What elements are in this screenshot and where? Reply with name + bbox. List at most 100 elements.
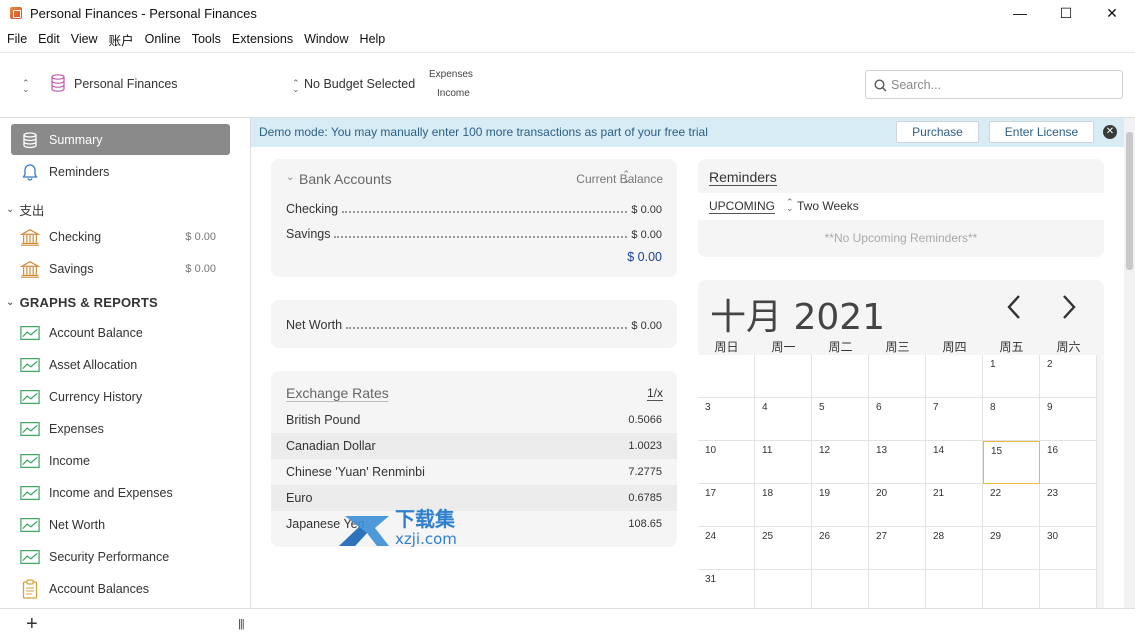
account-name[interactable]: Personal Finances bbox=[74, 77, 178, 91]
maximize-button[interactable]: ☐ bbox=[1043, 0, 1089, 26]
sidebar-item-savings[interactable]: Savings $ 0.00 bbox=[11, 253, 230, 284]
calendar-day[interactable]: 15 bbox=[983, 441, 1040, 484]
scrollbar-thumb[interactable] bbox=[1126, 132, 1133, 270]
bank-account-row[interactable]: Checking $ 0.00 bbox=[286, 202, 662, 218]
sidebar-item-report[interactable]: Account Balances bbox=[11, 573, 230, 604]
chart-icon bbox=[20, 355, 40, 375]
calendar-day[interactable]: 29 bbox=[983, 527, 1040, 570]
bank-account-row[interactable]: Savings $ 0.00 bbox=[286, 227, 662, 243]
calendar-day[interactable]: 12 bbox=[812, 441, 869, 484]
net-worth-row[interactable]: Net Worth $ 0.00 bbox=[286, 318, 662, 334]
purchase-button[interactable]: Purchase bbox=[896, 121, 979, 143]
minimize-button[interactable]: — bbox=[997, 0, 1043, 26]
graphs-section-header[interactable]: ⌄ GRAPHS & REPORTS bbox=[6, 295, 158, 310]
calendar-day[interactable]: 8 bbox=[983, 398, 1040, 441]
sidebar-item-summary[interactable]: Summary bbox=[11, 124, 230, 155]
calendar-day[interactable]: 21 bbox=[926, 484, 983, 527]
expenses-label: Expenses bbox=[429, 69, 473, 80]
weekday-label: 周五 bbox=[999, 340, 1024, 354]
calendar-day[interactable]: 9 bbox=[1040, 398, 1097, 441]
expenses-section-header[interactable]: ⌄ 支出 bbox=[6, 200, 44, 219]
menu-window[interactable]: Window bbox=[299, 32, 353, 46]
calendar-day[interactable]: 19 bbox=[812, 484, 869, 527]
calendar-day[interactable]: 31 bbox=[698, 570, 755, 608]
exchange-rate-row[interactable]: Chinese 'Yuan' Renminbi 7.2775 bbox=[271, 459, 677, 485]
main-scrollbar[interactable] bbox=[1124, 118, 1135, 608]
upcoming-tab[interactable]: UPCOMING bbox=[709, 199, 775, 214]
reminders-title[interactable]: Reminders bbox=[709, 169, 777, 186]
demo-banner: Demo mode: You may manually enter 100 mo… bbox=[251, 118, 1124, 147]
sidebar-item-report[interactable]: Security Performance bbox=[11, 541, 230, 572]
calendar-day[interactable]: 11 bbox=[755, 441, 812, 484]
menu-extensions[interactable]: Extensions bbox=[227, 32, 298, 46]
sidebar-item-report[interactable]: Currency History bbox=[11, 381, 230, 412]
calendar-day[interactable]: 6 bbox=[869, 398, 926, 441]
currency-name: British Pound bbox=[286, 413, 361, 427]
calendar-day[interactable]: 3 bbox=[698, 398, 755, 441]
search-box[interactable] bbox=[865, 70, 1123, 99]
menu-view[interactable]: View bbox=[66, 32, 103, 46]
calendar-day[interactable]: 25 bbox=[755, 527, 812, 570]
menu-tools[interactable]: Tools bbox=[187, 32, 226, 46]
calendar-day[interactable]: 4 bbox=[755, 398, 812, 441]
calendar-day-number: 6 bbox=[876, 402, 882, 413]
calendar-day[interactable]: 7 bbox=[926, 398, 983, 441]
menu-file[interactable]: File bbox=[2, 32, 32, 46]
budget-selector[interactable]: No Budget Selected bbox=[304, 77, 415, 91]
calendar-next-button[interactable] bbox=[1061, 294, 1077, 328]
period-selector[interactable]: Two Weeks bbox=[797, 199, 859, 213]
sidebar-item-report[interactable]: Account Balance bbox=[11, 317, 230, 348]
bell-icon bbox=[20, 162, 40, 182]
calendar-day[interactable]: 22 bbox=[983, 484, 1040, 527]
calendar-empty-day bbox=[755, 570, 812, 608]
account-switch-icon[interactable]: ⌃ ⌄ bbox=[22, 79, 30, 94]
menu-edit[interactable]: Edit bbox=[33, 32, 65, 46]
calendar-day[interactable]: 27 bbox=[869, 527, 926, 570]
current-balance-label[interactable]: Current Balance bbox=[576, 172, 663, 186]
calendar-day[interactable]: 17 bbox=[698, 484, 755, 527]
sidebar-item-report[interactable]: Income bbox=[11, 445, 230, 476]
column-toggle-icon[interactable]: ||| bbox=[238, 618, 245, 630]
bank-icon bbox=[20, 259, 40, 279]
menu-account[interactable]: 账户 bbox=[104, 30, 139, 49]
calendar-day[interactable]: 18 bbox=[755, 484, 812, 527]
calendar-day-number: 2 bbox=[1047, 359, 1053, 370]
sidebar-item-label: Income and Expenses bbox=[49, 485, 173, 500]
sidebar-item-report[interactable]: Expenses bbox=[11, 413, 230, 444]
menu-online[interactable]: Online bbox=[140, 32, 186, 46]
calendar-day[interactable]: 28 bbox=[926, 527, 983, 570]
menu-help[interactable]: Help bbox=[355, 32, 391, 46]
enter-license-button[interactable]: Enter License bbox=[989, 121, 1094, 143]
calendar-day[interactable]: 5 bbox=[812, 398, 869, 441]
budget-switch-icon[interactable]: ⌃ ⌄ bbox=[292, 79, 300, 94]
exchange-rate-row[interactable]: Canadian Dollar 1.0023 bbox=[271, 433, 677, 459]
calendar-day[interactable]: 20 bbox=[869, 484, 926, 527]
calendar-day[interactable]: 10 bbox=[698, 441, 755, 484]
chevron-down-icon[interactable]: ⌄ bbox=[286, 172, 294, 183]
calendar-prev-button[interactable] bbox=[1006, 294, 1022, 328]
exchange-rates-title[interactable]: Exchange Rates bbox=[286, 385, 389, 401]
sidebar-item-report[interactable]: Asset Allocation bbox=[11, 349, 230, 380]
sidebar-item-report[interactable]: Net Worth bbox=[11, 509, 230, 540]
sidebar-item-report[interactable]: Income and Expenses bbox=[11, 477, 230, 508]
period-switch-icon[interactable]: ⌃ ⌄ bbox=[786, 198, 794, 213]
search-input[interactable] bbox=[891, 76, 1111, 94]
calendar-day[interactable]: 1 bbox=[983, 355, 1040, 398]
calendar-day[interactable]: 26 bbox=[812, 527, 869, 570]
calendar-day[interactable]: 16 bbox=[1040, 441, 1097, 484]
calendar-day[interactable]: 23 bbox=[1040, 484, 1097, 527]
calendar-day[interactable]: 30 bbox=[1040, 527, 1097, 570]
calendar-day[interactable]: 24 bbox=[698, 527, 755, 570]
calendar-day[interactable]: 14 bbox=[926, 441, 983, 484]
close-button[interactable]: ✕ bbox=[1089, 0, 1135, 26]
invert-rate-toggle[interactable]: 1/x bbox=[646, 386, 663, 401]
add-button[interactable]: + bbox=[26, 614, 38, 634]
bottom-bar: + ||| bbox=[0, 608, 1135, 639]
sidebar-item-reminders[interactable]: Reminders bbox=[11, 156, 230, 187]
exchange-rate-row[interactable]: British Pound 0.5066 bbox=[271, 407, 677, 433]
calendar-day[interactable]: 2 bbox=[1040, 355, 1097, 398]
close-banner-icon[interactable]: ✕ bbox=[1103, 125, 1117, 139]
calendar-day[interactable]: 13 bbox=[869, 441, 926, 484]
bank-accounts-title[interactable]: Bank Accounts bbox=[299, 171, 392, 187]
sidebar-item-checking[interactable]: Checking $ 0.00 bbox=[11, 221, 230, 252]
